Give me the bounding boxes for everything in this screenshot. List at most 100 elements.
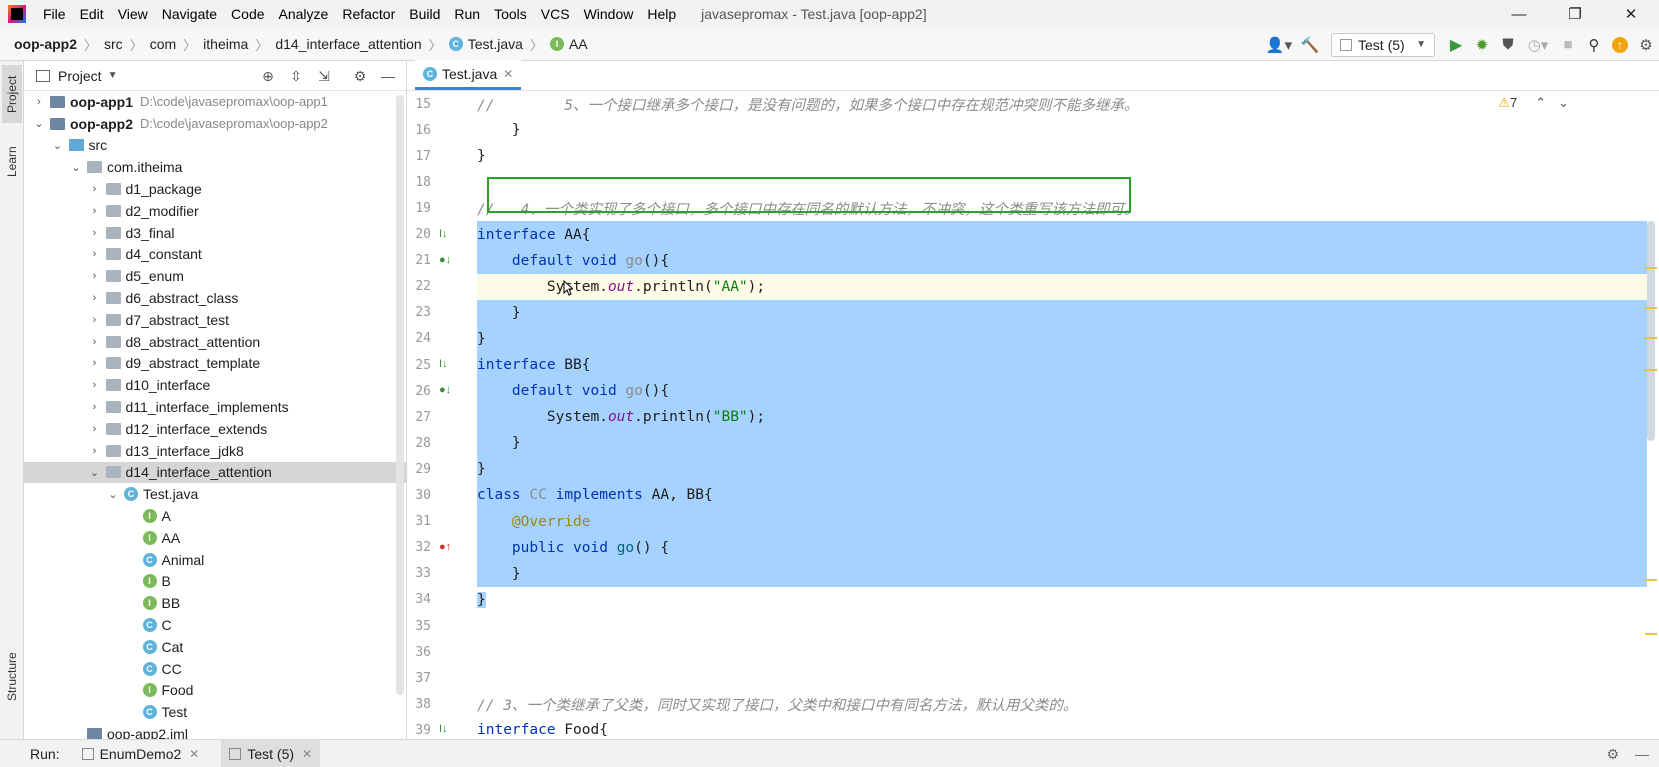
menu-build[interactable]: Build: [402, 6, 447, 22]
chevron-right-icon[interactable]: ›: [88, 379, 102, 391]
editor-error-stripe[interactable]: [1643, 91, 1659, 739]
code-line[interactable]: // 5、一个接口继承多个接口，是没有问题的，如果多个接口中存在规范冲突则不能多…: [477, 91, 1647, 117]
close-window-button[interactable]: ✕: [1603, 0, 1659, 28]
breadcrumb-item[interactable]: I AA: [549, 36, 588, 52]
tree-item[interactable]: › d1_package: [24, 178, 407, 200]
close-icon[interactable]: ✕: [503, 67, 513, 81]
structure-tool-tab[interactable]: Structure: [2, 641, 22, 713]
update-icon[interactable]: ↑: [1607, 32, 1633, 58]
tree-item[interactable]: C Test: [24, 701, 407, 723]
gutter-implementation-icon[interactable]: I↓: [439, 358, 453, 372]
tree-item[interactable]: I Food: [24, 680, 407, 702]
code-line[interactable]: }: [477, 456, 1647, 483]
tree-item[interactable]: CC: [24, 614, 407, 636]
code-line[interactable]: }: [477, 143, 1647, 169]
gear-icon[interactable]: ⚙: [1606, 746, 1619, 763]
user-icon[interactable]: 👤▾: [1261, 32, 1297, 58]
chevron-right-icon[interactable]: ›: [88, 227, 102, 239]
tree-item[interactable]: ⌄ src: [24, 135, 407, 157]
code-line[interactable]: [477, 665, 1647, 691]
chevron-right-icon[interactable]: ›: [32, 96, 46, 108]
chevron-right-icon[interactable]: ›: [88, 205, 102, 217]
chevron-right-icon[interactable]: ›: [88, 445, 102, 457]
code-line[interactable]: public void go() {: [477, 534, 1647, 561]
chevron-right-icon[interactable]: ›: [88, 183, 102, 195]
code-line[interactable]: interface BB{: [477, 351, 1647, 379]
minimize-button[interactable]: —: [1491, 0, 1547, 28]
search-icon[interactable]: ⚲: [1581, 32, 1607, 58]
chevron-right-icon[interactable]: ›: [88, 270, 102, 282]
code-line[interactable]: }: [477, 299, 1647, 326]
chevron-down-icon[interactable]: ⌄: [69, 161, 83, 174]
chevron-right-icon[interactable]: ›: [88, 248, 102, 260]
tree-item[interactable]: › d9_abstract_template: [24, 353, 407, 375]
tree-item[interactable]: I BB: [24, 592, 407, 614]
chevron-down-icon[interactable]: ⌄: [51, 139, 65, 152]
tree-item[interactable]: ⌄ oop-app2 D:\code\javasepromax\oop-app2: [24, 113, 407, 135]
tree-item[interactable]: › d11_interface_implements: [24, 396, 407, 418]
menu-refactor[interactable]: Refactor: [335, 6, 402, 22]
tree-item[interactable]: C CC: [24, 658, 407, 680]
build-hammer-icon[interactable]: 🔨: [1297, 32, 1323, 58]
project-view-title[interactable]: Project: [58, 68, 102, 84]
expand-all-icon[interactable]: ⇳: [284, 68, 308, 85]
chevron-right-icon[interactable]: ›: [88, 292, 102, 304]
hide-icon[interactable]: —: [1635, 746, 1649, 762]
breadcrumb-item[interactable]: C Test.java: [448, 36, 523, 52]
project-scrollbar[interactable]: [396, 95, 404, 695]
breadcrumb-item[interactable]: itheima: [203, 36, 248, 52]
run-config-select[interactable]: Test (5) ▼: [1331, 32, 1435, 57]
code-line[interactable]: }: [477, 560, 1647, 587]
gutter-implementation-icon[interactable]: ●↓: [439, 384, 453, 398]
tree-item[interactable]: › d10_interface: [24, 374, 407, 396]
menu-help[interactable]: Help: [640, 6, 683, 22]
chevron-right-icon[interactable]: ›: [88, 357, 102, 369]
tree-item[interactable]: › d12_interface_extends: [24, 418, 407, 440]
tree-item[interactable]: IB: [24, 571, 407, 593]
coverage-icon[interactable]: ⛊: [1495, 32, 1521, 58]
gutter-implementation-icon[interactable]: ●↓: [439, 254, 453, 268]
tree-item[interactable]: › d3_final: [24, 222, 407, 244]
chevron-down-icon[interactable]: ⌄: [106, 488, 120, 501]
collapse-all-icon[interactable]: ⇲: [312, 68, 336, 85]
code-line[interactable]: }: [477, 117, 1647, 143]
tree-item[interactable]: C Animal: [24, 549, 407, 571]
menu-vcs[interactable]: VCS: [534, 6, 577, 22]
tree-item[interactable]: › d13_interface_jdk8: [24, 440, 407, 462]
breadcrumb-item[interactable]: com: [150, 36, 176, 52]
gutter-implementation-icon[interactable]: I↓: [439, 228, 453, 242]
debug-icon[interactable]: ✹: [1469, 32, 1495, 58]
code-line[interactable]: }: [477, 430, 1647, 457]
chevron-down-icon[interactable]: ⌄: [88, 466, 102, 479]
project-tool-tab[interactable]: Project: [2, 65, 22, 123]
menu-navigate[interactable]: Navigate: [155, 6, 224, 22]
code-line[interactable]: default void go(){: [477, 378, 1647, 405]
code-line[interactable]: // 3、一个类继承了父类，同时又实现了接口，父类中和接口中有同名方法，默认用父…: [477, 691, 1647, 717]
menu-window[interactable]: Window: [577, 6, 641, 22]
tree-item[interactable]: ⌄ com.itheima: [24, 156, 407, 178]
learn-tool-tab[interactable]: Learn: [2, 137, 22, 187]
profile-icon[interactable]: ◷▾: [1521, 32, 1555, 58]
code-line[interactable]: }: [477, 587, 1647, 613]
editor-tab-test-java[interactable]: C Test.java ✕: [415, 60, 522, 90]
code-line[interactable]: [477, 639, 1647, 665]
chevron-right-icon[interactable]: ›: [88, 401, 102, 413]
run-icon[interactable]: ▶: [1443, 32, 1469, 58]
tree-item[interactable]: › d2_modifier: [24, 200, 407, 222]
close-icon[interactable]: ✕: [189, 747, 199, 761]
gutter-implementation-icon[interactable]: ●↑: [439, 541, 453, 555]
breadcrumb-item[interactable]: d14_interface_attention: [275, 36, 421, 52]
chevron-right-icon[interactable]: ›: [88, 314, 102, 326]
code-line[interactable]: default void go(){: [477, 247, 1647, 274]
menu-code[interactable]: Code: [224, 6, 271, 22]
tree-item[interactable]: › d6_abstract_class: [24, 287, 407, 309]
settings-icon[interactable]: ⚙: [1633, 32, 1659, 58]
locate-icon[interactable]: ⊕: [256, 68, 280, 85]
breadcrumb-item[interactable]: src: [104, 36, 123, 52]
tree-item[interactable]: C Cat: [24, 636, 407, 658]
run-tab[interactable]: EnumDemo2 ✕: [74, 740, 208, 767]
breadcrumb-item[interactable]: oop-app2: [14, 36, 77, 52]
restore-button[interactable]: ❐: [1547, 0, 1603, 28]
editor-scroll-thumb[interactable]: [1647, 221, 1655, 441]
chevron-down-icon[interactable]: ▼: [108, 70, 118, 81]
